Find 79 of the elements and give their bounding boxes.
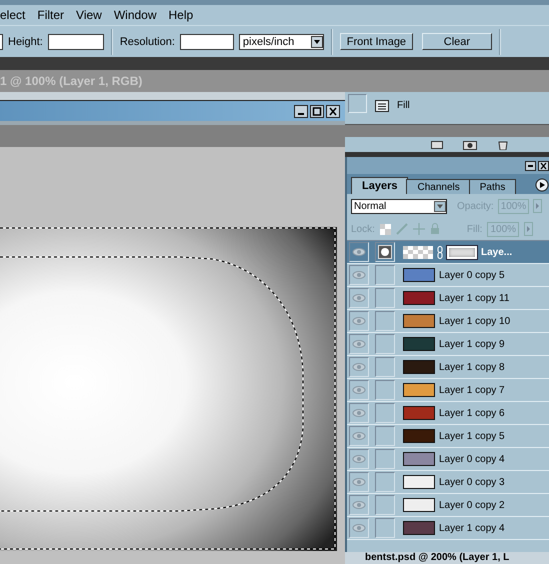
layer-name: Layer 1 copy 8	[439, 362, 505, 372]
layer-row[interactable]: Layer 1 copy 8	[347, 356, 549, 379]
eye-icon[interactable]	[352, 477, 366, 487]
toggle-box[interactable]	[348, 94, 367, 113]
layer-row[interactable]: Layer 1 copy 10	[347, 310, 549, 333]
layer-name: Layer 1 copy 4	[439, 522, 505, 534]
eye-icon[interactable]	[352, 500, 366, 510]
layer-name: Layer 1 copy 10	[439, 316, 510, 326]
menu-item[interactable]: Filter	[37, 8, 64, 22]
layer-name: Layer 1 copy 6	[439, 408, 505, 418]
toolbar-button[interactable]: Clear	[422, 33, 492, 50]
maximize-icon[interactable]	[310, 104, 324, 118]
menu-item[interactable]: elect	[0, 8, 26, 22]
eye-icon[interactable]	[352, 385, 366, 395]
eye-icon[interactable]	[352, 523, 366, 533]
layer-row[interactable]: Layer 0 copy 5	[347, 264, 549, 287]
width-field[interactable]	[0, 34, 3, 50]
menu-item[interactable]: View	[76, 8, 102, 22]
move-icon[interactable]	[412, 223, 425, 235]
layer-name: Layer 1 copy 11	[439, 292, 510, 304]
resolution-label: Resolution:	[120, 36, 175, 48]
layer-name: Layer 1 copy 9	[439, 338, 505, 350]
document-icon[interactable]	[431, 140, 443, 150]
eye-icon[interactable]	[352, 339, 366, 349]
brush-icon[interactable]	[396, 223, 408, 235]
trash-icon[interactable]	[497, 140, 509, 150]
camera-icon[interactable]	[463, 140, 477, 150]
palette-tab[interactable]: Channels	[406, 179, 471, 194]
checkerboard-icon[interactable]	[380, 224, 391, 234]
window-title: bentst.psd @ 200% (Layer 1, L	[365, 552, 510, 563]
layer-name: Layer 1 copy 7	[439, 384, 505, 396]
layer-name: Layer 0 copy 4	[439, 454, 505, 464]
layer-row[interactable]: Layer 1 copy 9	[347, 333, 549, 356]
palette-tab[interactable]: Paths	[468, 179, 516, 194]
menu-item[interactable]: Help	[168, 8, 194, 22]
eye-icon[interactable]	[352, 431, 366, 441]
layer-name: Layer 1 copy 5	[439, 430, 505, 442]
layer-row[interactable]: Layer 1 copy 11	[347, 287, 549, 310]
unit-dropdown[interactable]: pixels/inch	[238, 34, 324, 50]
link-icon[interactable]	[437, 246, 443, 258]
mask-mode-icon[interactable]	[378, 245, 392, 259]
eye-icon[interactable]	[352, 408, 366, 418]
layer-row[interactable]: Layer 0 copy 2	[347, 494, 549, 517]
layer-row[interactable]: Layer 1 copy 4	[347, 517, 549, 540]
list-icon	[375, 100, 389, 112]
layer-row[interactable]: Layer 0 copy 4	[347, 448, 549, 471]
arrow-right-icon[interactable]	[533, 199, 542, 213]
layer-row[interactable]: Layer 0 copy 3	[347, 471, 549, 494]
eye-icon[interactable]	[352, 270, 366, 280]
height-field[interactable]	[48, 34, 104, 50]
layer-row[interactable]: Layer 1 copy 6	[347, 402, 549, 425]
minimize-icon[interactable]	[525, 160, 536, 170]
menu-item[interactable]: Window	[114, 8, 157, 22]
toolbar-button[interactable]: Front Image	[340, 33, 413, 50]
close-icon[interactable]	[326, 104, 340, 118]
layer-row[interactable]: Layer 1 copy 5	[347, 425, 549, 448]
minimize-icon[interactable]	[294, 104, 308, 118]
eye-icon[interactable]	[352, 316, 366, 326]
action-item[interactable]: Fill	[397, 100, 410, 111]
layer-row[interactable]: Layer 1 copy 7	[347, 379, 549, 402]
eye-icon[interactable]	[352, 454, 366, 464]
height-label: Height:	[8, 36, 43, 48]
layer-name: Layer 0 copy 3	[439, 476, 505, 488]
layer-name: Laye...	[481, 246, 512, 258]
palette-menu-icon[interactable]	[535, 178, 549, 192]
padlock-icon[interactable]	[430, 223, 440, 235]
blend-mode-dropdown[interactable]: Normal	[351, 198, 447, 214]
palette-tab[interactable]: Layers	[351, 177, 408, 194]
layer-name: Layer 0 copy 2	[439, 500, 505, 510]
eye-icon[interactable]	[352, 247, 366, 257]
document-title: 1 @ 100% (Layer 1, RGB)	[0, 74, 142, 88]
eye-icon[interactable]	[352, 362, 366, 372]
arrow-right-icon[interactable]	[524, 222, 534, 236]
layer-row[interactable]: Laye...	[347, 241, 549, 264]
eye-icon[interactable]	[352, 293, 366, 303]
close-icon[interactable]	[538, 160, 549, 170]
resolution-field[interactable]	[180, 34, 234, 50]
layer-name: Layer 0 copy 5	[439, 270, 505, 280]
transparent-thumbnail	[403, 246, 433, 258]
